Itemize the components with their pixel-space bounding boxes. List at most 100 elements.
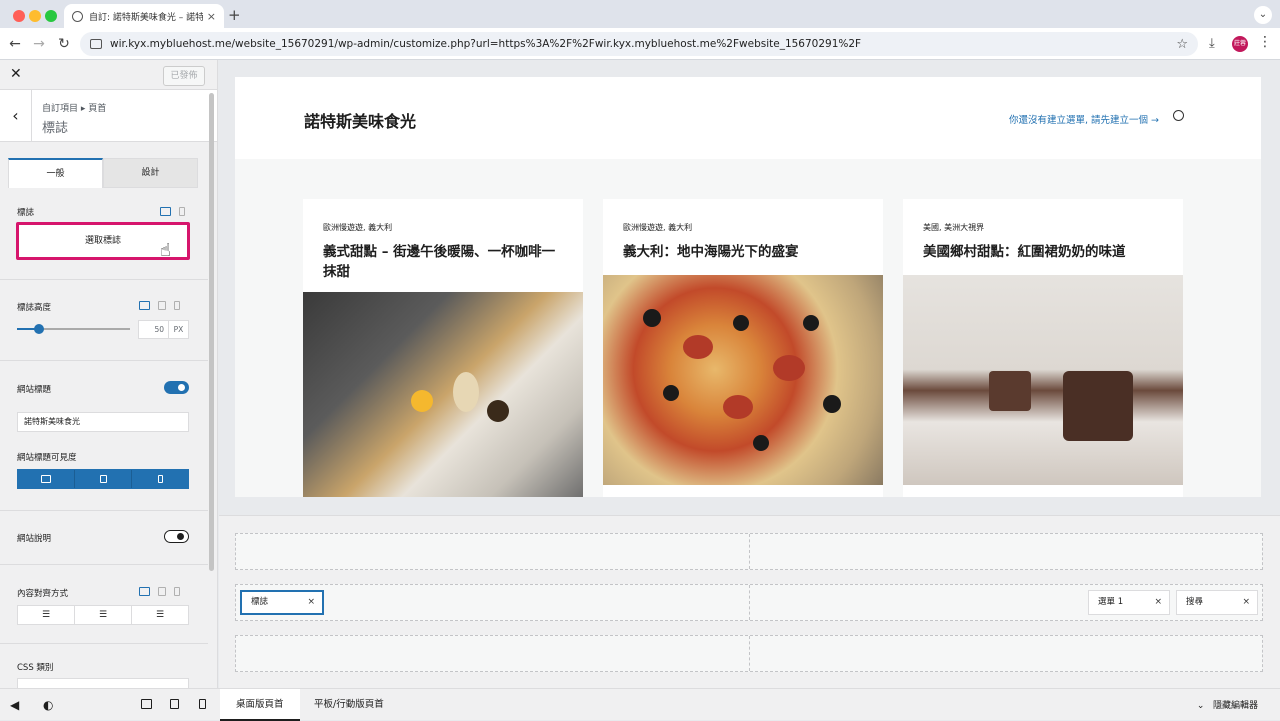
tab-design[interactable]: 設計 <box>103 158 198 188</box>
post-image-pizza[interactable] <box>603 275 883 485</box>
mobile-icon[interactable] <box>174 301 180 310</box>
alignment-label: 內容對齊方式 <box>17 589 69 599</box>
align-left-icon[interactable]: ☰ <box>18 606 75 624</box>
section-title: 標誌 <box>42 121 69 136</box>
align-right-icon[interactable]: ☰ <box>132 606 188 624</box>
site-title-visibility-switch <box>17 469 189 489</box>
css-class-field[interactable] <box>17 678 189 688</box>
hide-editor-button[interactable]: ⌄ 隱藏編輯器 <box>1197 698 1258 711</box>
maximize-window-button[interactable] <box>45 10 57 22</box>
header-builder: 標誌 × 選單 1 × 搜尋 × <box>219 515 1280 688</box>
desktop-icon[interactable] <box>141 699 152 709</box>
close-window-button[interactable] <box>13 10 25 22</box>
post-image-cannoli[interactable] <box>303 292 583 497</box>
menu-chip[interactable]: 選單 1 × <box>1088 590 1170 615</box>
tab-title: 自訂: 諾特斯美味食光 – 諾特斯 <box>89 12 203 23</box>
mobile-icon[interactable] <box>179 207 185 216</box>
download-icon[interactable]: ⤓ <box>1209 36 1215 51</box>
site-title-toggle[interactable] <box>164 381 189 394</box>
post-image-dessert[interactable] <box>903 275 1183 485</box>
back-arrow-icon[interactable]: ‹ <box>0 90 32 142</box>
customizer-footer: ◀ ◐ 桌面版頁首 平板/行動版頁首 ⌄ 隱藏編輯器 <box>0 688 1280 721</box>
post-card[interactable]: 歐洲慢遊遊, 義大利 義大利：地中海陽光下的盛宴 <box>603 199 883 497</box>
close-icon[interactable]: ✕ <box>10 66 22 82</box>
logo-device-switch <box>160 207 185 216</box>
tablet-icon[interactable] <box>170 699 179 709</box>
tablet-icon[interactable] <box>158 587 166 596</box>
chevron-down-icon[interactable]: ⌄ <box>1254 6 1272 24</box>
mobile-icon[interactable] <box>199 699 206 709</box>
address-bar: ← → ↻ wir.kyx.mybluehost.me/website_1567… <box>0 28 1280 60</box>
bookmark-star-icon[interactable]: ☆ <box>1176 37 1188 52</box>
post-category[interactable]: 美國, 美洲大視界 <box>923 222 984 233</box>
visibility-desktop-button[interactable] <box>18 470 75 488</box>
logo-chip[interactable]: 標誌 × <box>240 590 324 615</box>
post-category[interactable]: 歐洲慢遊遊, 義大利 <box>623 222 692 233</box>
close-icon[interactable]: × <box>207 10 216 23</box>
alignment-switch: ☰ ☰ ☰ <box>17 605 189 625</box>
breadcrumb: 自訂項目 ▸ 頁首 <box>42 104 107 114</box>
site-tagline-label: 網站說明 <box>17 534 52 544</box>
dark-mode-icon[interactable]: ◐ <box>43 698 53 712</box>
post-card[interactable]: 歐洲慢遊遊, 義大利 義式甜點 – 街邊午後暖陽、一杯咖啡一抹甜 <box>303 199 583 497</box>
search-chip[interactable]: 搜尋 × <box>1176 590 1258 615</box>
site-title[interactable]: 諾特斯美味食光 <box>304 108 416 132</box>
site-tagline-toggle[interactable] <box>164 530 189 543</box>
remove-menu-icon[interactable]: × <box>1154 591 1162 614</box>
post-card[interactable]: 美國, 美洲大視界 美國鄉村甜點：紅圍裙奶奶的味道 <box>903 199 1183 497</box>
site-header: 諾特斯美味食光 你還沒有建立選單, 請先建立一個 → <box>235 77 1261 159</box>
logo-height-slider-thumb[interactable] <box>34 324 44 334</box>
builder-row-top[interactable] <box>235 533 1263 570</box>
menu-notice-link[interactable]: 你還沒有建立選單, 請先建立一個 → <box>1009 112 1159 126</box>
post-title[interactable]: 義式甜點 – 街邊午後暖陽、一杯咖啡一抹甜 <box>323 242 568 282</box>
search-icon[interactable] <box>1173 110 1184 121</box>
desktop-icon[interactable] <box>160 207 171 216</box>
post-category[interactable]: 歐洲慢遊遊, 義大利 <box>323 222 392 233</box>
logo-height-unit[interactable]: PX <box>168 321 188 338</box>
forward-button[interactable]: → <box>30 34 48 54</box>
desktop-icon[interactable] <box>139 587 150 596</box>
minimize-window-button[interactable] <box>29 10 41 22</box>
desktop-icon[interactable] <box>139 301 150 310</box>
settings-tabs: 一般 設計 <box>8 158 198 188</box>
remove-logo-icon[interactable]: × <box>307 592 315 613</box>
site-info-icon[interactable] <box>90 39 102 49</box>
tab-mobile-header[interactable]: 平板/行動版頁首 <box>298 689 400 721</box>
tablet-icon[interactable] <box>158 301 166 310</box>
tablet-icon <box>99 475 107 483</box>
published-button[interactable]: 已發佈 <box>163 66 205 86</box>
more-menu-icon[interactable]: ⋮ <box>1258 34 1272 50</box>
logo-height-label: 標誌高度 <box>17 303 52 313</box>
visibility-tablet-button[interactable] <box>75 470 132 488</box>
builder-row-bottom[interactable] <box>235 635 1263 672</box>
divider <box>0 279 208 280</box>
visibility-mobile-button[interactable] <box>132 470 188 488</box>
mobile-icon[interactable] <box>174 587 180 596</box>
logo-height-device-switch <box>139 301 180 310</box>
divider <box>0 643 208 644</box>
chevron-down-icon: ⌄ <box>1196 701 1205 711</box>
search-chip-label: 搜尋 <box>1186 597 1204 607</box>
tab-general[interactable]: 一般 <box>8 158 103 188</box>
post-title[interactable]: 義大利：地中海陽光下的盛宴 <box>623 242 868 262</box>
browser-tab[interactable]: 自訂: 諾特斯美味食光 – 諾特斯 × <box>64 4 224 28</box>
new-tab-button[interactable]: + <box>228 6 241 24</box>
site-title-field[interactable]: 諾特斯美味食光 <box>17 412 189 432</box>
tab-desktop-header[interactable]: 桌面版頁首 <box>220 689 300 721</box>
hand-cursor-icon: ☝ <box>160 240 171 261</box>
logo-label: 標誌 <box>17 208 35 218</box>
post-title[interactable]: 美國鄉村甜點：紅圍裙奶奶的味道 <box>923 242 1168 262</box>
url-field[interactable]: wir.kyx.mybluehost.me/website_15670291/w… <box>80 32 1198 56</box>
hide-editor-label: 隱藏編輯器 <box>1212 701 1258 711</box>
builder-row-main[interactable]: 標誌 × 選單 1 × 搜尋 × <box>235 584 1263 621</box>
sidebar-scrollbar[interactable] <box>209 93 214 571</box>
css-class-label: CSS 類別 <box>17 663 54 673</box>
collapse-icon[interactable]: ◀ <box>10 698 19 712</box>
logo-height-input[interactable]: 50 PX <box>138 320 189 339</box>
reload-button[interactable]: ↻ <box>55 34 73 54</box>
align-center-icon[interactable]: ☰ <box>75 606 132 624</box>
back-button[interactable]: ← <box>6 34 24 54</box>
sidebar-top-bar: ✕ 已發佈 <box>0 60 217 90</box>
avatar[interactable]: 莊蓉 <box>1232 36 1248 52</box>
remove-search-icon[interactable]: × <box>1242 591 1250 614</box>
